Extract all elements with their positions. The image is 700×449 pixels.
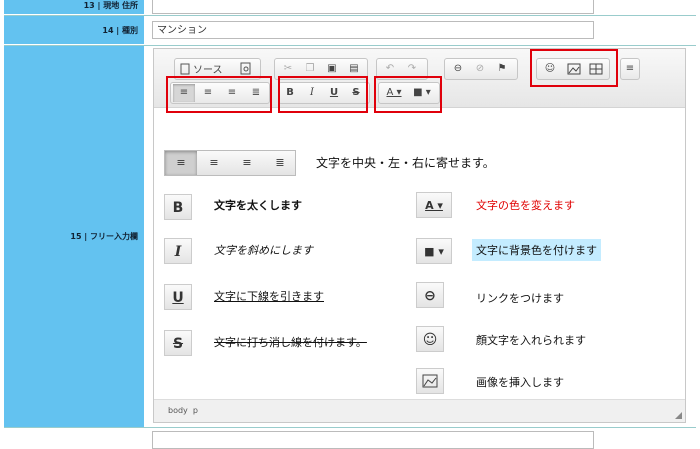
row15-label: 15 | フリー入力欄: [4, 46, 144, 427]
sample-align-group: ≡ ≡ ≡ ≣: [164, 150, 296, 176]
link-text: リンクをつけます: [476, 292, 564, 305]
link-group: ⊖ ⊘ ⚑: [444, 58, 518, 80]
bgcolor-text: 文字に背景色を付けます: [472, 239, 601, 261]
highlight-insert: [530, 49, 618, 87]
resize-handle[interactable]: [675, 412, 682, 419]
align-right-icon: ≡: [242, 156, 252, 169]
italic-icon: I: [164, 238, 192, 264]
status-bar: body p: [154, 399, 685, 422]
smiley-text: 顔文字を入れられます: [476, 334, 586, 347]
smiley-icon: ☺: [416, 326, 444, 352]
text-color-icon: A ▾: [416, 192, 452, 218]
image-icon: [416, 368, 444, 394]
divider: [4, 427, 696, 428]
color-text: 文字の色を変えます: [476, 199, 575, 212]
bg-color-icon: ■ ▾: [416, 238, 452, 264]
type-input[interactable]: マンション: [152, 21, 594, 39]
flag-icon[interactable]: ⚑: [491, 60, 513, 78]
source-label: ソース: [193, 65, 223, 76]
underline-text: 文字に下線を引きます: [214, 290, 324, 303]
hr-group: ≡: [620, 58, 640, 80]
link-icon: ⊖: [416, 282, 444, 308]
row13-label: 13 | 現地 住所: [4, 0, 144, 14]
element-path[interactable]: body p: [168, 406, 198, 415]
align-justify-icon: ≣: [275, 156, 285, 169]
rich-text-editor[interactable]: ソース ✂ ❐ ▣ ▤ ↶ ↷ ⊖ ⊘ ⚑ ☺ ≡ ≡ ≡ ≡ ≣ B I U …: [153, 48, 686, 423]
strike-icon: S: [164, 330, 192, 356]
image-text: 画像を挿入します: [476, 376, 564, 389]
link-icon[interactable]: ⊖: [447, 60, 469, 78]
underline-icon: U: [164, 284, 192, 310]
bold-text: 文字を太くします: [214, 199, 302, 212]
row13-input[interactable]: [152, 0, 594, 14]
align-text: 文字を中央・左・右に寄せます。: [316, 156, 495, 170]
bold-icon: B: [164, 194, 192, 220]
hr-icon[interactable]: ≡: [619, 60, 641, 78]
strike-text: 文字に打ち消し線を付けます。: [214, 336, 367, 349]
unlink-icon[interactable]: ⊘: [469, 60, 491, 78]
align-center-icon: ≡: [209, 156, 219, 169]
align-left-icon: ≡: [165, 151, 197, 175]
italic-text: 文字を斜めにします: [214, 244, 313, 257]
row14-label: 14 | 種別: [4, 16, 144, 44]
editor-content[interactable]: ≡ ≡ ≡ ≣ 文字を中央・左・右に寄せます。 B 文字を太くします I 文字を…: [154, 108, 685, 398]
